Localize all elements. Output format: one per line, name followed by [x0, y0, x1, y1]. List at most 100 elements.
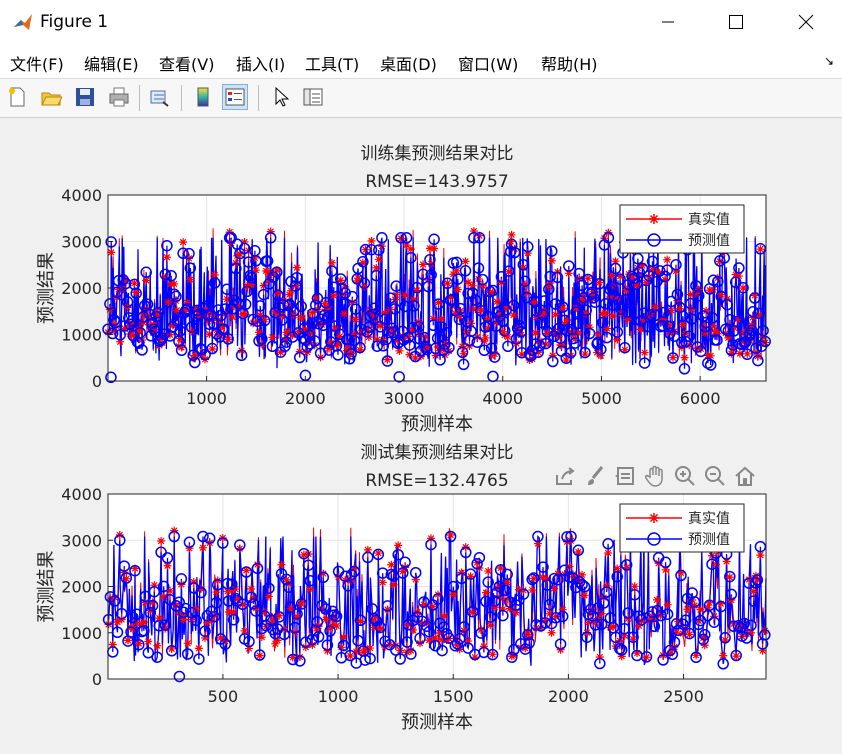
insert-legend-icon[interactable] [222, 84, 248, 110]
figure-toolbar [0, 79, 842, 118]
toolbar-separator [258, 85, 259, 111]
true-point [653, 595, 662, 604]
data-tips-icon[interactable] [612, 463, 638, 489]
figure-canvas: 1000 2000 3000 4000 5000 6000 0 1000 2000 3000 400… [0, 118, 842, 750]
true-point [292, 263, 301, 272]
close-button[interactable] [776, 0, 836, 44]
menu-help[interactable]: 帮助(H) [541, 51, 598, 75]
true-point [548, 351, 557, 360]
x-tick-label: 3000 [384, 389, 425, 408]
legend: 真实值预测值 [619, 204, 745, 254]
export-icon[interactable] [552, 463, 578, 489]
save-icon[interactable] [72, 84, 98, 110]
true-point [144, 637, 153, 646]
true-point [453, 285, 462, 294]
true-point [297, 600, 306, 609]
link-plot-icon[interactable] [146, 84, 172, 110]
minimize-button[interactable] [638, 0, 698, 44]
y-tick-label: 4000 [61, 186, 102, 205]
chart-title: 测试集预测结果对比 [361, 443, 514, 463]
zoom-out-icon[interactable] [702, 463, 728, 489]
legend: 真实值预测值 [619, 503, 745, 553]
property-inspector-icon[interactable] [300, 84, 326, 110]
x-axis-label: 预测样本 [401, 712, 473, 733]
y-tick-label: 0 [92, 670, 102, 689]
true-point [297, 313, 306, 322]
zoom-in-icon[interactable] [672, 463, 698, 489]
true-point [189, 577, 198, 586]
y-tick-label: 2000 [61, 578, 102, 597]
brush-icon[interactable] [582, 463, 608, 489]
legend-label: 真实值 [688, 212, 730, 228]
true-point [378, 578, 387, 587]
menu-tools[interactable]: 工具(T) [305, 51, 359, 75]
open-file-icon[interactable] [38, 84, 64, 110]
dock-arrow-icon[interactable]: ↘ [824, 54, 834, 68]
menu-window[interactable]: 窗口(W) [458, 51, 518, 75]
true-point [492, 297, 501, 306]
pan-hand-icon[interactable] [642, 463, 668, 489]
true-point [367, 236, 376, 245]
new-figure-icon[interactable] [4, 84, 30, 110]
true-point [351, 315, 360, 324]
x-tick-label: 4000 [482, 389, 523, 408]
x-tick-label: 2500 [663, 687, 704, 706]
menu-desktop[interactable]: 桌面(D) [380, 51, 437, 75]
y-tick-label: 1000 [61, 326, 102, 345]
x-tick-label: 500 [208, 687, 239, 706]
legend-star-marker [649, 513, 659, 523]
plots-svg: 1000 2000 3000 4000 5000 60000100020003000400… [36, 144, 771, 733]
chart-subtitle: RMSE=143.9757 [365, 172, 508, 192]
true-point [387, 560, 396, 569]
legend-label: 预测值 [688, 532, 730, 548]
axes-1: 1000 2000 3000 4000 5000 6000 0 1000 2000 3000 400… [36, 144, 771, 435]
menu-view[interactable]: 查看(V) [159, 51, 214, 75]
true-point [162, 253, 171, 262]
true-point [394, 541, 403, 550]
true-point [663, 255, 672, 264]
maximize-button[interactable] [706, 0, 766, 44]
insert-colorbar-icon[interactable] [190, 84, 216, 110]
matlab-logo-icon [14, 14, 32, 30]
legend-label: 预测值 [688, 233, 730, 249]
minimize-icon [662, 21, 674, 23]
true-point [401, 291, 410, 300]
true-point [464, 278, 473, 287]
true-point [277, 560, 286, 569]
close-icon [798, 14, 814, 30]
true-point [179, 238, 188, 247]
menu-bar: 文件(F) 编辑(E) 查看(V) 插入(I) 工具(T) 桌面(D) 窗口(W… [0, 44, 842, 79]
x-tick-label: 5000 [581, 389, 622, 408]
true-point [680, 353, 689, 362]
true-point [340, 309, 349, 318]
x-tick-label: 2000 [548, 687, 589, 706]
menu-edit[interactable]: 编辑(E) [84, 51, 139, 75]
true-point [482, 588, 491, 597]
y-axis-label: 预测结果 [36, 551, 57, 623]
true-point [668, 353, 677, 362]
chart-subtitle: RMSE=132.4765 [365, 471, 508, 491]
edit-plot-icon[interactable] [268, 84, 294, 110]
true-point [547, 256, 556, 265]
x-tick-label: 1500 [433, 687, 474, 706]
true-point [640, 348, 649, 357]
true-point [443, 279, 452, 288]
y-axis-label: 预测结果 [36, 252, 57, 324]
print-icon[interactable] [106, 84, 132, 110]
menu-file[interactable]: 文件(F) [10, 51, 64, 75]
home-icon[interactable] [732, 463, 758, 489]
menu-insert[interactable]: 插入(I) [236, 51, 285, 75]
true-point [531, 328, 540, 337]
true-point [683, 605, 692, 614]
x-tick-label: 6000 [680, 389, 721, 408]
true-point [198, 543, 207, 552]
y-tick-label: 0 [92, 372, 102, 391]
true-point [374, 255, 383, 264]
true-point [608, 312, 617, 321]
window-title: Figure 1 [40, 12, 109, 32]
y-tick-label: 2000 [61, 279, 102, 298]
true-point [484, 567, 493, 576]
true-point [601, 309, 610, 318]
true-point [488, 650, 497, 659]
chart-title: 训练集预测结果对比 [361, 144, 514, 164]
